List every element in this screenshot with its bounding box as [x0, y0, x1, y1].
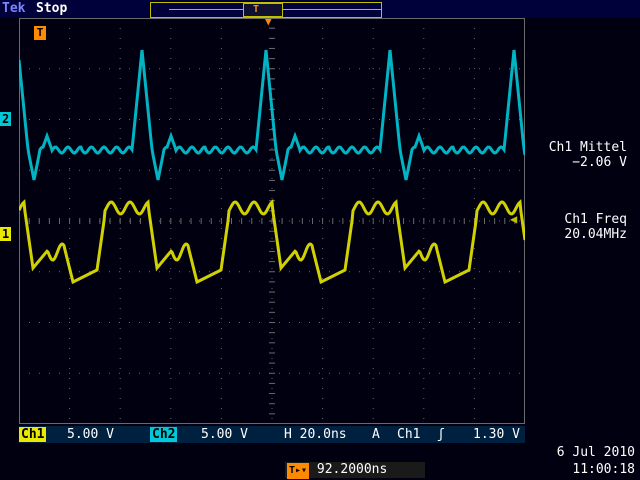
- time: 11:00:18: [572, 462, 635, 477]
- date: 6 Jul 2010: [556, 445, 635, 460]
- ch1-scale[interactable]: 5.00 V: [67, 427, 114, 442]
- trigger-position-icon: T: [253, 4, 260, 15]
- measurement-2-label: Ch1 Freq: [564, 212, 627, 227]
- ch2-scale[interactable]: 5.00 V: [201, 427, 248, 442]
- waveform-display: [19, 18, 525, 424]
- ch2-ground-marker[interactable]: 2: [0, 112, 12, 126]
- date-time: 6 Jul 2010 11:00:18: [530, 444, 635, 478]
- trigger-level[interactable]: 1.30 V: [473, 427, 520, 442]
- settings-bar: Ch1 5.00 V Ch2 5.00 V H 20.0ns A Ch1 ʃ 1…: [19, 426, 525, 443]
- trigger-source[interactable]: Ch1: [397, 427, 420, 442]
- measurement-2: Ch1 Freq 20.04MHz: [527, 212, 627, 242]
- measurement-2-value: 20.04MHz: [564, 227, 627, 242]
- ch1-waveform: [19, 199, 525, 285]
- graticule: [19, 18, 525, 424]
- trigger-mode[interactable]: A: [372, 427, 380, 442]
- record-view-window[interactable]: [243, 3, 283, 17]
- ch1-label[interactable]: Ch1: [19, 427, 47, 442]
- measurement-1-label: Ch1 Mittel: [548, 140, 627, 155]
- trigger-slope-icon[interactable]: ʃ: [437, 427, 445, 442]
- ch1-ground-marker[interactable]: 1: [0, 227, 12, 241]
- trigger-delay-icon: T▸▾: [287, 463, 310, 479]
- top-status-bar: Tek Stop T: [0, 0, 640, 18]
- measurement-1: Ch1 Mittel −2.06 V: [527, 140, 627, 170]
- trigger-marker-icon[interactable]: T: [34, 26, 46, 40]
- trigger-position-readout[interactable]: T▸▾ 92.2000ns: [285, 462, 425, 479]
- measurement-1-value: −2.06 V: [572, 155, 627, 170]
- timebase[interactable]: H 20.0ns: [284, 427, 347, 442]
- brand-label: Tek: [2, 1, 26, 16]
- trigger-level-arrow-icon[interactable]: ◀: [510, 212, 517, 226]
- ch2-label[interactable]: Ch2: [150, 427, 178, 442]
- trigger-position-value: 92.2000ns: [316, 462, 388, 477]
- acquisition-state[interactable]: Stop: [36, 1, 67, 16]
